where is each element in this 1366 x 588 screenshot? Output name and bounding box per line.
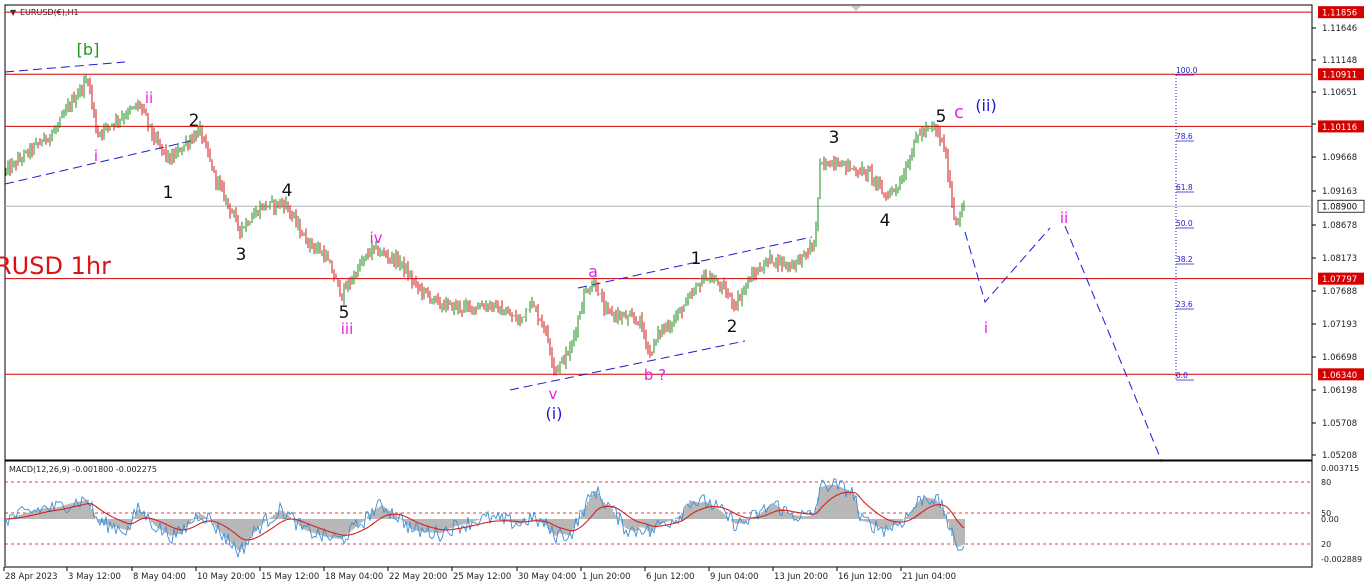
macd-axis: 0.00371580500.0020-0.002889 xyxy=(1321,464,1362,564)
time-tick-label: 10 May 20:00 xyxy=(197,572,255,582)
price-chart[interactable]: ▼ EURUSD(€),H1 RUSD 1hr 100.078.661.850.… xyxy=(0,0,1366,588)
wave-label: [b] xyxy=(77,40,100,59)
wave-label: 2 xyxy=(727,317,738,337)
wave-label: ii xyxy=(1060,209,1068,227)
time-axis: 28 Apr 2023 3 May 12:00 8 May 04:00 10 May … xyxy=(3,567,956,582)
level-price-label: 1.10116 xyxy=(1322,123,1357,133)
level-price-label: 1.06340 xyxy=(1322,371,1357,381)
macd-tick-label: -0.002889 xyxy=(1321,555,1362,564)
wave-label: i xyxy=(984,319,988,337)
wave-label: iv xyxy=(369,229,382,247)
level-price-label: 1.08900 xyxy=(1322,203,1357,213)
price-tick-label: 1.05208 xyxy=(1322,451,1357,461)
wave-label: 3 xyxy=(829,128,840,148)
wave-label: v xyxy=(549,385,558,403)
wave-label: (ii) xyxy=(975,96,996,115)
price-tick-label: 1.08678 xyxy=(1322,221,1357,231)
macd-title: MACD(12,26,9) -0.001800 -0.002275 xyxy=(9,465,157,474)
macd-panel xyxy=(4,460,1313,568)
time-tick-label: 22 May 20:00 xyxy=(389,572,447,582)
wave-label: 5 xyxy=(936,107,947,127)
fib-level-label: 38.2 xyxy=(1176,255,1193,264)
level-price-label: 1.10911 xyxy=(1322,71,1357,81)
price-tick-label: 1.08173 xyxy=(1322,254,1357,264)
main-panel xyxy=(4,4,1313,461)
price-tick-label: 1.07193 xyxy=(1322,320,1357,330)
macd-tick-label: 20 xyxy=(1321,540,1331,549)
price-axis: 1.116461.111481.106511.101541.096681.091… xyxy=(1312,6,1365,461)
time-tick-label: 18 May 04:00 xyxy=(325,572,383,582)
price-tick-label: 1.06198 xyxy=(1322,386,1357,396)
wave-label: (i) xyxy=(546,404,563,423)
fib-level-label: 50.0 xyxy=(1176,219,1193,228)
macd-tick-label: 80 xyxy=(1321,478,1331,487)
wave-label: a xyxy=(588,262,598,281)
fib-level-label: 61.8 xyxy=(1176,183,1193,192)
time-tick-label: 6 Jun 12:00 xyxy=(646,572,695,582)
price-tick-label: 1.07688 xyxy=(1322,287,1357,297)
fib-level-label: 23.6 xyxy=(1176,300,1193,309)
price-tick-label: 1.11148 xyxy=(1322,56,1357,66)
level-price-label: 1.11856 xyxy=(1322,9,1357,19)
watermark-text: RUSD 1hr xyxy=(0,252,111,280)
wave-label: 4 xyxy=(282,181,293,201)
time-tick-label: 30 May 04:00 xyxy=(518,572,576,582)
time-tick-label: 9 Jun 04:00 xyxy=(710,572,759,582)
time-tick-label: 28 Apr 2023 xyxy=(5,572,58,582)
wave-label: c xyxy=(954,102,964,123)
wave-label: 1 xyxy=(691,249,702,269)
time-tick-label: 16 Jun 12:00 xyxy=(838,572,892,582)
macd-tick-label: 0.003715 xyxy=(1321,464,1359,473)
wave-label: 4 xyxy=(880,211,891,231)
wave-label: i xyxy=(94,147,98,165)
time-tick-label: 8 May 04:00 xyxy=(133,572,186,582)
time-tick-label: 15 May 12:00 xyxy=(261,572,319,582)
wave-label: 2 xyxy=(189,111,200,131)
wave-label: iii xyxy=(341,320,354,338)
time-tick-label: 21 Jun 04:00 xyxy=(902,572,956,582)
price-tick-label: 1.05708 xyxy=(1322,419,1357,429)
level-price-label: 1.07797 xyxy=(1322,275,1357,285)
time-tick-label: 25 May 12:00 xyxy=(453,572,511,582)
price-tick-label: 1.09163 xyxy=(1322,187,1357,197)
price-tick-label: 1.09668 xyxy=(1322,153,1357,163)
fib-level-label: 78.6 xyxy=(1176,132,1193,141)
price-tick-label: 1.11646 xyxy=(1322,24,1357,34)
fib-level-label: 100.0 xyxy=(1176,66,1198,75)
time-tick-label: 1 Jun 20:00 xyxy=(582,572,631,582)
price-tick-label: 1.10651 xyxy=(1322,88,1357,98)
macd-tick-label: 0.00 xyxy=(1321,515,1339,524)
wave-label: 1 xyxy=(163,183,174,203)
wave-label: ii xyxy=(145,89,153,107)
price-tick-label: 1.06698 xyxy=(1322,353,1357,363)
time-tick-label: 13 Jun 20:00 xyxy=(774,572,828,582)
fib-level-label: 0.0 xyxy=(1176,371,1188,380)
wave-label: b ? xyxy=(644,366,666,384)
wave-label: 3 xyxy=(236,245,247,265)
time-tick-label: 3 May 12:00 xyxy=(68,572,121,582)
